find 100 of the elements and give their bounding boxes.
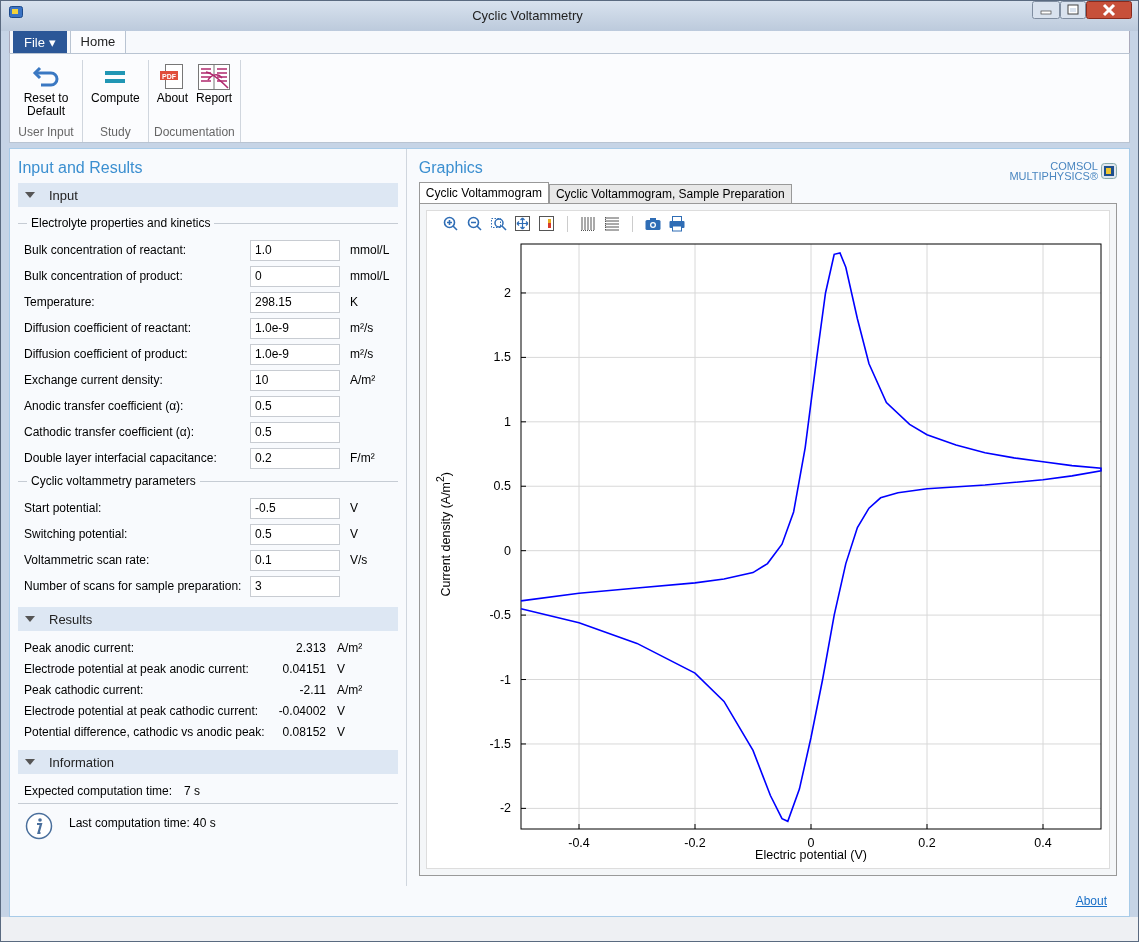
- input-field[interactable]: 1.0: [250, 239, 340, 261]
- unit-label: A/m²: [337, 640, 363, 655]
- ribbon-button[interactable]: Report: [192, 60, 237, 125]
- field-label: Diffusion coefficient of reactant:: [24, 321, 192, 335]
- unit-label: A/m²: [350, 373, 376, 387]
- graphics-tab[interactable]: Cyclic Voltammogram: [418, 182, 549, 203]
- input-field[interactable]: 0.1: [250, 549, 340, 571]
- field-label: Cathodic transfer coefficient (α):: [24, 425, 196, 439]
- horizontal-grid-icon[interactable]: [603, 216, 620, 232]
- graphics-tab[interactable]: Cyclic Voltammogram, Sample Preparation: [548, 184, 792, 203]
- tick-label: -0.4: [568, 836, 590, 850]
- section-header[interactable]: Input: [18, 183, 398, 207]
- input-field[interactable]: 0.2: [250, 447, 340, 469]
- result-value: -2.11: [298, 682, 326, 697]
- camera-icon[interactable]: [644, 216, 661, 232]
- file-menu-button[interactable]: File ▾: [13, 31, 67, 53]
- unit-label: V/s: [350, 553, 368, 567]
- zoom-box-icon[interactable]: [490, 216, 507, 232]
- tick-label: 1: [504, 414, 511, 429]
- field-label: Bulk concentration of reactant:: [24, 243, 188, 257]
- zoom-extents-icon[interactable]: [514, 216, 531, 232]
- ribbon-tab[interactable]: Home: [69, 29, 127, 53]
- group-title: Cyclic voltammetry parameters: [31, 474, 196, 488]
- app-icon: [9, 6, 23, 18]
- input-field[interactable]: 10: [250, 369, 340, 391]
- maximize-icon[interactable]: [1060, 1, 1086, 19]
- about-link[interactable]: About: [1075, 894, 1107, 908]
- vertical-grid-icon[interactable]: [579, 216, 596, 232]
- group-label: User Input: [18, 125, 74, 141]
- unit-label: m²/s: [350, 321, 374, 335]
- logo-text: COMSOL: [1049, 161, 1098, 171]
- unit-label: V: [337, 724, 345, 739]
- axis-label: Electric potential (V): [754, 848, 868, 862]
- field-label: Start potential:: [24, 501, 103, 515]
- field-label: Diffusion coefficient of product:: [24, 347, 189, 361]
- unit-label: V: [350, 501, 358, 515]
- input-field[interactable]: 1.0e-9: [250, 317, 340, 339]
- zoom-in-icon[interactable]: [442, 216, 459, 232]
- unit-label: m²/s: [350, 347, 374, 361]
- color-legend-icon[interactable]: [538, 216, 555, 232]
- section-header[interactable]: Information: [18, 750, 398, 774]
- result-label: Electrode potential at peak anodic current:: [24, 661, 250, 676]
- tick-label: -1: [499, 672, 511, 687]
- info-value: 7 s: [184, 784, 201, 798]
- group-title: Electrolyte properties and kinetics: [31, 216, 211, 230]
- info-icon: [25, 812, 53, 840]
- unit-label: V: [350, 527, 358, 541]
- result-label: Potential difference, cathodic vs anodic peak:: [24, 724, 264, 739]
- tick-label: 0.2: [918, 836, 936, 850]
- tick-label: -2: [499, 801, 511, 816]
- report-book-icon: [198, 64, 231, 90]
- group-label: Documentation: [154, 125, 235, 141]
- input-field[interactable]: 0: [250, 265, 340, 287]
- tick-label: 0.5: [493, 479, 511, 494]
- unit-label: F/m²: [350, 451, 375, 465]
- info-label: Expected computation time:: [24, 784, 173, 798]
- input-field[interactable]: 3: [250, 575, 340, 597]
- field-label: Temperature:: [24, 295, 96, 309]
- close-icon[interactable]: [1086, 1, 1132, 19]
- info-message: Last computation time: 40 s: [69, 815, 216, 832]
- input-field[interactable]: 298.15: [250, 291, 340, 313]
- logo-text: MULTIPHYSICS®: [1009, 171, 1098, 181]
- result-value: 2.313: [294, 640, 326, 655]
- ribbon-button[interactable]: Reset to Default: [14, 60, 78, 125]
- result-value: -0.04002: [277, 703, 326, 718]
- result-label: Peak anodic current:: [24, 640, 136, 655]
- minimize-icon[interactable]: [1032, 1, 1060, 19]
- input-field[interactable]: 1.0e-9: [250, 343, 340, 365]
- ribbon-button[interactable]: Compute: [87, 60, 144, 125]
- field-label: Number of scans for sample preparation:: [24, 579, 243, 593]
- unit-label: V: [337, 661, 345, 676]
- tick-label: 0: [807, 836, 815, 850]
- result-label: Electrode potential at peak cathodic current:: [24, 703, 260, 718]
- printer-icon[interactable]: [668, 216, 685, 232]
- field-label: Exchange current density:: [24, 373, 164, 387]
- unit-label: K: [350, 295, 358, 309]
- input-field[interactable]: 0.5: [250, 523, 340, 545]
- field-label: Bulk concentration of product:: [24, 269, 184, 283]
- result-label: Peak cathodic current:: [24, 682, 145, 697]
- result-value: 0.04151: [281, 661, 326, 676]
- unit-label: V: [337, 703, 345, 718]
- panel-title: Input and Results: [18, 158, 144, 178]
- tick-label: 1.5: [493, 350, 511, 365]
- field-label: Double layer interfacial capacitance:: [24, 451, 218, 465]
- input-field[interactable]: 0.5: [250, 395, 340, 417]
- tick-label: -1.5: [489, 736, 511, 751]
- zoom-out-icon[interactable]: [466, 216, 483, 232]
- tick-label: 0: [504, 543, 511, 558]
- logo-icon: [1101, 163, 1117, 179]
- result-value: 0.08152: [281, 724, 326, 739]
- tick-label: 2: [504, 285, 511, 300]
- undo-arrow-icon: [32, 65, 60, 89]
- group-label: Study: [100, 125, 131, 141]
- input-field[interactable]: -0.5: [250, 497, 340, 519]
- equals-icon: [103, 70, 128, 84]
- panel-title: Graphics: [418, 158, 483, 178]
- input-field[interactable]: 0.5: [250, 421, 340, 443]
- unit-label: mmol/L: [350, 243, 390, 257]
- tick-label: 0.4: [1034, 836, 1052, 850]
- section-header[interactable]: Results: [18, 607, 398, 631]
